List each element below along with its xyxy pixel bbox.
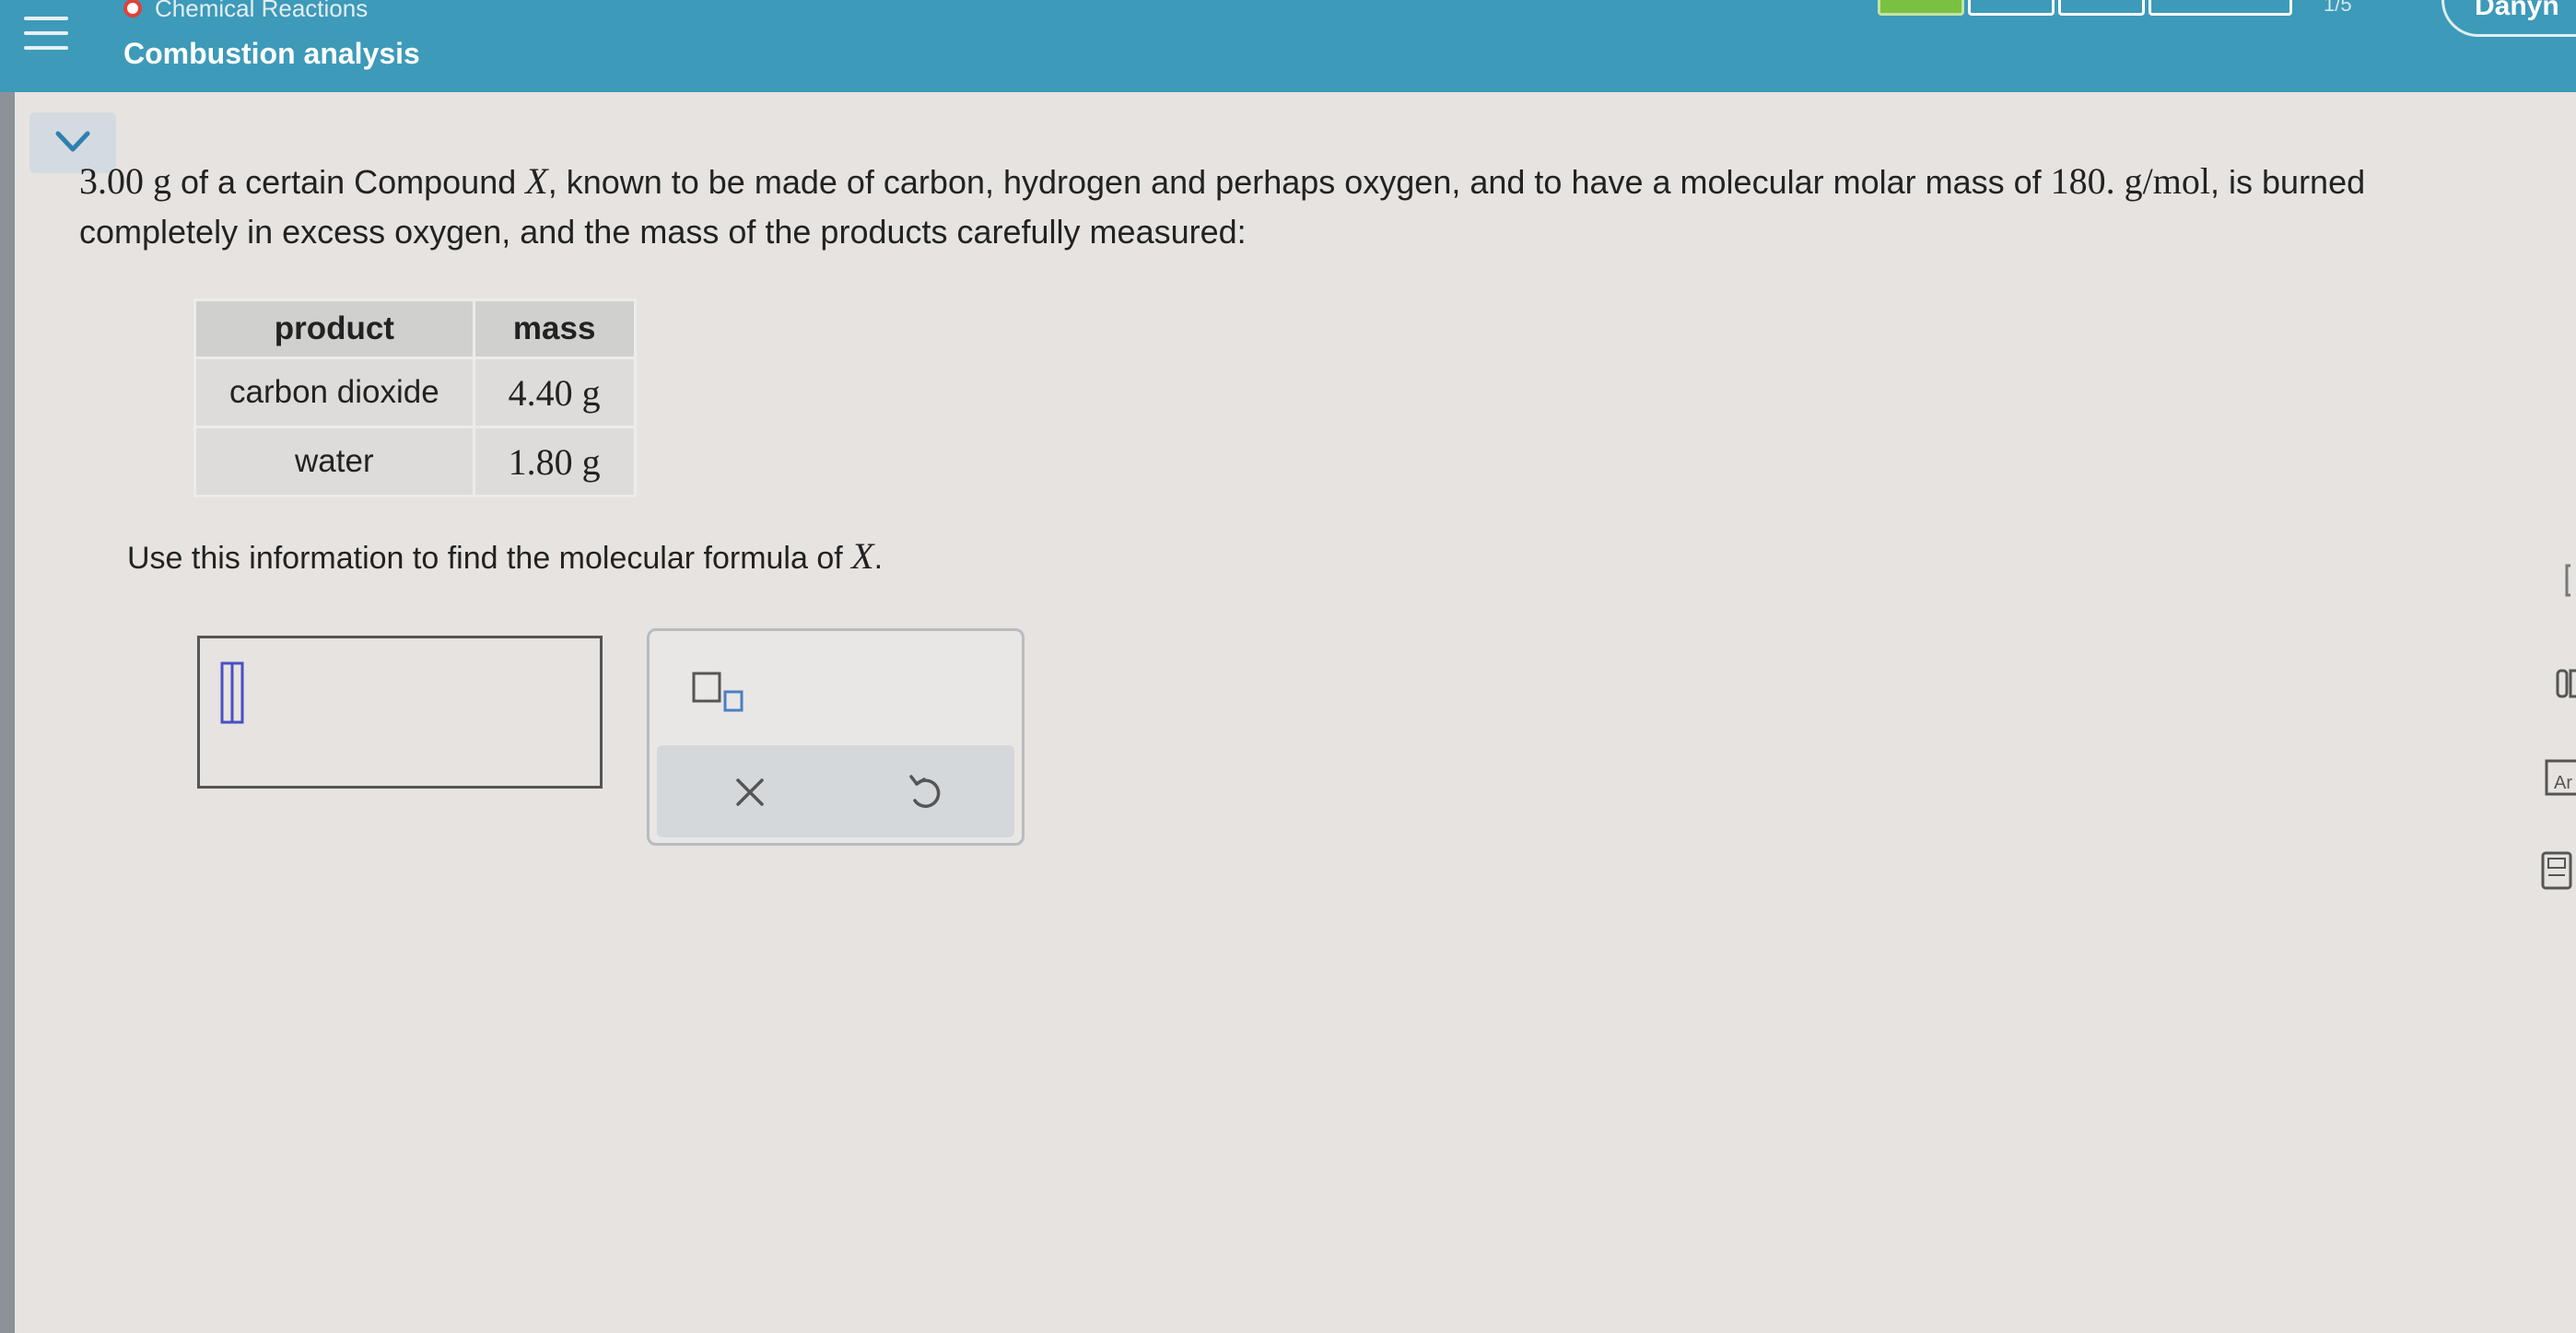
table-header-row: product mass xyxy=(193,298,637,359)
question-part-2: , known to be made of carbon, hydrogen a… xyxy=(547,163,2051,201)
progress-segment xyxy=(1968,0,2055,16)
instruction-var: X xyxy=(851,535,874,577)
compound-symbol: X xyxy=(525,160,548,202)
answer-input[interactable] xyxy=(197,636,603,789)
products-table: product mass carbon dioxide 4.40 g water… xyxy=(193,298,637,497)
question-text: 3.00 g of a certain Compound X, known to… xyxy=(79,157,2493,257)
instruction-end: . xyxy=(873,541,884,576)
progress-segment xyxy=(2058,0,2145,16)
column-header: mass xyxy=(472,298,637,359)
topic-title: Chemical Reactions xyxy=(155,0,369,22)
toolbox-actions xyxy=(657,745,1014,837)
chevron-down-icon xyxy=(55,131,90,152)
product-cell: carbon dioxide xyxy=(193,357,475,428)
calculator-icon[interactable] xyxy=(2535,848,2576,894)
bracket-icon[interactable] xyxy=(2535,562,2576,599)
formula-toolbox xyxy=(647,628,1025,846)
svg-text:Ar: Ar xyxy=(2554,773,2572,793)
subscript-template-icon[interactable] xyxy=(688,666,753,721)
mass-cell: 1.80 g xyxy=(472,426,637,497)
progress-segment xyxy=(1878,0,1964,16)
text-cursor-icon xyxy=(220,661,244,724)
progress-segment xyxy=(2149,0,2292,16)
page-subtitle: Combustion analysis xyxy=(123,37,420,70)
mass-cell: 4.40 g xyxy=(472,357,637,428)
progress-bar xyxy=(1878,0,2296,16)
instruction-text: Use this information to find the molecul… xyxy=(127,534,883,578)
user-name[interactable]: Danyn xyxy=(2475,0,2559,22)
hamburger-icon[interactable] xyxy=(24,17,70,57)
progress-count: 1/5 xyxy=(2324,0,2352,16)
top-header: Chemical Reactions Combustion analysis 1… xyxy=(0,0,2576,92)
table-row: water 1.80 g xyxy=(193,426,637,497)
mass-unit: g xyxy=(153,160,172,202)
undo-icon[interactable] xyxy=(902,769,948,815)
column-header: product xyxy=(193,298,475,359)
topic-status-icon xyxy=(123,0,142,18)
data-icon[interactable] xyxy=(2535,663,2576,704)
given-mass: 3.00 xyxy=(79,160,144,202)
table-row: carbon dioxide 4.40 g xyxy=(193,357,637,428)
instruction-body: Use this information to find the molecul… xyxy=(127,541,852,576)
molar-mass-unit: g/mol xyxy=(2124,160,2211,202)
product-cell: water xyxy=(193,426,475,497)
question-part-1: of a certain Compound xyxy=(171,163,526,201)
topic-row: Chemical Reactions xyxy=(123,0,368,22)
close-icon[interactable] xyxy=(727,769,773,815)
periodic-table-icon[interactable]: Ar xyxy=(2535,755,2576,798)
molar-mass: 180. xyxy=(2050,160,2115,202)
